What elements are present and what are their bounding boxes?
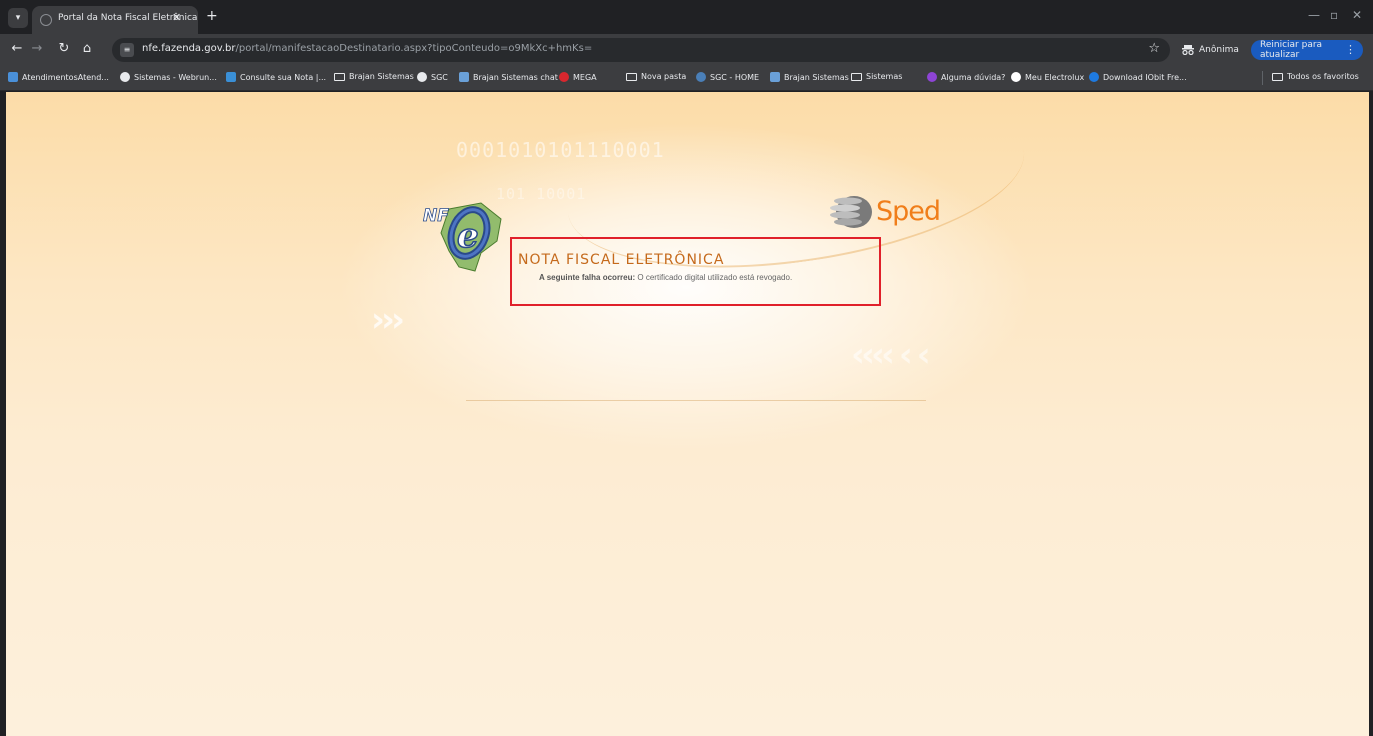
bookmark-label: Brajan Sistemas	[349, 72, 414, 81]
bookmark-star-icon[interactable]: ☆	[1148, 41, 1160, 56]
new-tab-button[interactable]: +	[206, 8, 218, 24]
bookmark-label: Brajan Sistemas chat	[473, 72, 558, 82]
bookmark-label: SGC - HOME	[710, 72, 760, 82]
bookmark-label: Meu Electrolux	[1025, 72, 1085, 82]
bookmark-label: Sistemas	[866, 72, 903, 81]
tab-close-icon[interactable]: ✕	[172, 11, 181, 24]
folder-icon	[851, 72, 862, 81]
tab-strip: ▾ Portal da Nota Fiscal Eletrônica ✕ + —…	[0, 0, 1373, 34]
toolbar: ← → ↻ ⌂ ≡ nfe.fazenda.gov.br/portal/mani…	[0, 34, 1373, 66]
bookmark-label: MEGA	[573, 72, 597, 82]
bookmark-label: Download IObit Fre...	[1103, 72, 1187, 82]
address-bar[interactable]: ≡ nfe.fazenda.gov.br/portal/manifestacao…	[112, 38, 1170, 62]
home-icon[interactable]: ⌂	[78, 41, 96, 57]
incognito-icon	[1182, 45, 1194, 55]
bookmark-consulte-sua-nota[interactable]: Consulte sua Nota |...	[226, 72, 326, 82]
bookmark-brajan-sistemas[interactable]: Brajan Sistemas	[770, 72, 849, 82]
restart-to-update-button[interactable]: Reiniciar para atualizar ⋮	[1251, 40, 1363, 60]
error-text: O certificado digital utilizado está rev…	[637, 273, 793, 282]
back-icon[interactable]: ←	[8, 41, 26, 57]
bookmark-label: Brajan Sistemas	[784, 72, 849, 82]
page-viewport: 0001010101110001 101 10001 ››› ‹‹‹‹ ‹ ‹ …	[6, 92, 1369, 736]
bookmark-meu-electrolux[interactable]: Meu Electrolux	[1011, 72, 1084, 82]
restore-icon[interactable]: ▫	[1330, 8, 1338, 22]
bookmarks-separator	[1262, 71, 1263, 85]
bookmark-sgc[interactable]: SGC	[417, 72, 448, 82]
tab-search-button[interactable]: ▾	[8, 8, 28, 28]
sped-globe-icon	[830, 196, 872, 228]
binary-decoration-mid: 101 10001	[496, 185, 587, 203]
bookmark-sistemas-webrun[interactable]: Sistemas - Webrun...	[120, 72, 217, 82]
nfe-logo: NF e	[423, 202, 502, 272]
error-highlight-box	[510, 237, 881, 306]
error-prefix: A seguinte falha ocorreu:	[539, 273, 636, 282]
bookmark-label: SGC	[431, 72, 448, 82]
bookmark-label: Alguma dúvida?	[941, 72, 1006, 82]
chevrons-right-icon: ›››	[371, 300, 405, 340]
sped-logo: Sped	[828, 192, 968, 238]
site-info-icon[interactable]: ≡	[120, 43, 134, 57]
question-icon	[927, 72, 937, 82]
error-message: A seguinte falha ocorreu: O certificado …	[539, 273, 792, 282]
bookmark-brajan-sistemas-chat[interactable]: Brajan Sistemas chat	[459, 72, 558, 82]
minimize-icon[interactable]: —	[1308, 8, 1320, 22]
iobit-icon	[1089, 72, 1099, 82]
page-title: NOTA FISCAL ELETRÔNICA	[518, 252, 725, 268]
bookmark-mega[interactable]: MEGA	[559, 72, 597, 82]
bookmark-sistemas[interactable]: Sistemas	[851, 72, 902, 81]
brajan-icon	[459, 72, 469, 82]
bookmark-label: Nova pasta	[641, 72, 687, 81]
nfe-logo-e: e	[457, 216, 479, 256]
chevrons-left-icon: ‹‹‹‹ ‹ ‹	[851, 335, 931, 375]
bookmark-todos-os-favoritos[interactable]: Todos os favoritos	[1272, 72, 1359, 81]
bookmark-sgc-home[interactable]: SGC - HOME	[696, 72, 759, 82]
binary-decoration-top: 0001010101110001	[456, 138, 665, 162]
folder-icon	[626, 72, 637, 81]
mega-icon	[559, 72, 569, 82]
folder-icon	[1272, 72, 1283, 81]
reload-icon[interactable]: ↻	[55, 41, 73, 57]
bookmark-brajan-sistemas[interactable]: Brajan Sistemas	[334, 72, 414, 81]
bookmark-label: AtendimentosAtend...	[22, 72, 109, 82]
globe-icon	[120, 72, 130, 82]
globe-icon	[696, 72, 706, 82]
divider-line	[466, 400, 926, 401]
electrolux-icon	[1011, 72, 1021, 82]
brajan-icon	[770, 72, 780, 82]
bookmark-label: Todos os favoritos	[1287, 72, 1359, 81]
sped-logo-text: Sped	[876, 196, 941, 227]
bookmark-download-iobit-fre[interactable]: Download IObit Fre...	[1089, 72, 1187, 82]
folder-icon	[334, 72, 345, 81]
favicon-icon	[40, 14, 52, 26]
url-text: nfe.fazenda.gov.br/portal/manifestacaoDe…	[142, 43, 593, 54]
nfe-logo-text: NF	[423, 206, 449, 226]
tab-active[interactable]: Portal da Nota Fiscal Eletrônica ✕	[32, 6, 198, 34]
incognito-label: Anônima	[1199, 45, 1239, 55]
bookmark-label: Sistemas - Webrun...	[134, 72, 217, 82]
close-window-icon[interactable]: ✕	[1352, 8, 1362, 22]
bookmark-atendimentosatend[interactable]: AtendimentosAtend...	[8, 72, 109, 82]
incognito-indicator[interactable]: Anônima	[1182, 41, 1239, 59]
forward-icon[interactable]: →	[28, 41, 46, 57]
globe-icon	[417, 72, 427, 82]
bookmarks-bar: AtendimentosAtend... Sistemas - Webrun...…	[0, 66, 1373, 91]
bookmark-nova-pasta[interactable]: Nova pasta	[626, 72, 686, 81]
menu-dots-icon[interactable]: ⋮	[1345, 43, 1356, 56]
bookmark-label: Consulte sua Nota |...	[240, 72, 327, 82]
bookmark-alguma-d-vida[interactable]: Alguma dúvida?	[927, 72, 1005, 82]
consulte-icon	[226, 72, 236, 82]
chat-icon	[8, 72, 18, 82]
